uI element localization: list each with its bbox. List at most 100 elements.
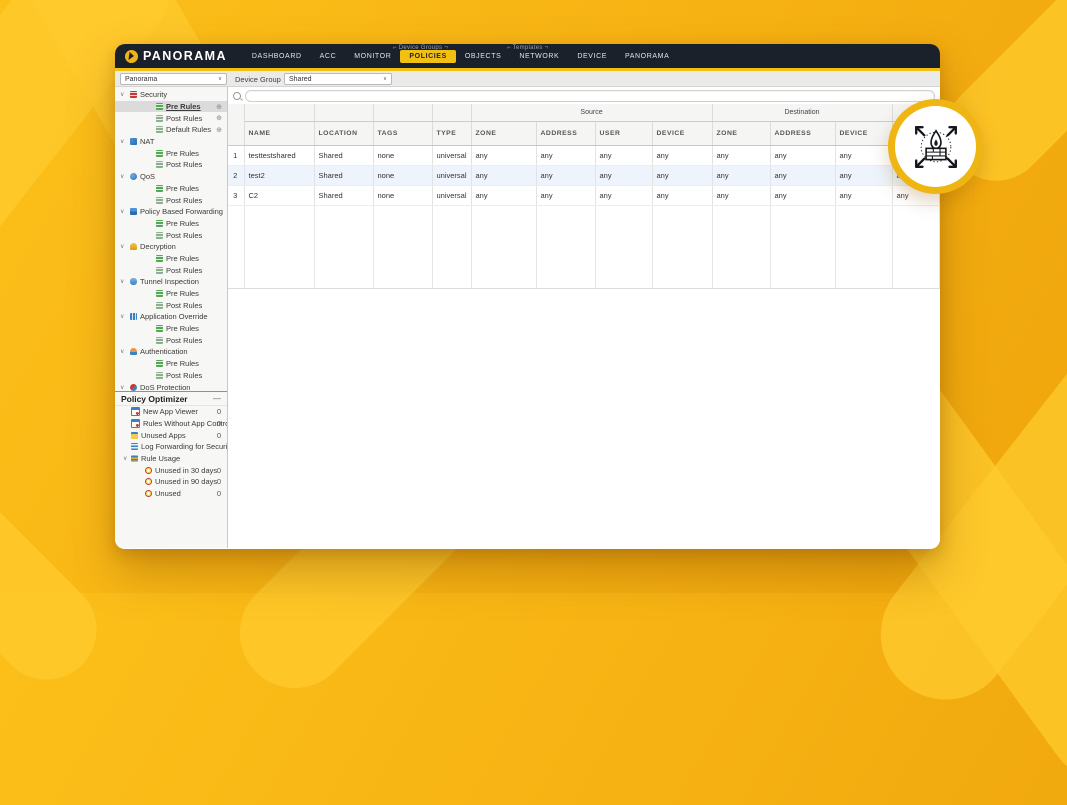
tree-item-decryption[interactable]: Decryption: [115, 241, 227, 253]
col-dst-device[interactable]: DEVICE: [835, 121, 893, 146]
optimizer-item-unused-in-30-days[interactable]: Unused in 30 days 0: [115, 464, 227, 476]
optimizer-item-unused-apps[interactable]: Unused Apps 0: [115, 429, 227, 441]
tab-network[interactable]: NETWORK: [510, 50, 568, 63]
col-location[interactable]: LOCATION: [314, 121, 374, 146]
col-tags[interactable]: TAGS: [373, 121, 433, 146]
tree-item-post-rules[interactable]: Post Rules: [115, 334, 227, 346]
tree-item-pre-rules[interactable]: Pre Rules: [115, 253, 227, 265]
tree-item-post-rules[interactable]: Post Rules: [115, 159, 227, 171]
tree-item-post-rules[interactable]: Post Rules: [115, 194, 227, 206]
source-group-header: Source: [471, 104, 713, 122]
panorama-window: PANORAMA DASHBOARD ACC MONITOR POLICIES OBJE…: [115, 44, 940, 549]
tree-item-security[interactable]: Security: [115, 89, 227, 101]
tags-link[interactable]: none: [373, 185, 433, 206]
plus-circle-icon[interactable]: [216, 126, 222, 134]
chevron-down-icon[interactable]: [120, 243, 130, 250]
plus-circle-icon[interactable]: [216, 114, 222, 122]
table-row[interactable]: 3 C2 Shared none universal any any any a…: [228, 185, 940, 206]
tree-icon: [156, 103, 163, 111]
optimizer-item-unused-in-90-days[interactable]: Unused in 90 days 0: [115, 476, 227, 488]
tab-acc[interactable]: ACC: [311, 50, 346, 63]
tree-item-pre-rules[interactable]: Pre Rules: [115, 218, 227, 230]
rule-name-link[interactable]: test2: [244, 165, 315, 186]
collapse-icon[interactable]: —: [213, 394, 221, 403]
tags-link[interactable]: none: [373, 165, 433, 186]
tree-item-pre-rules[interactable]: Pre Rules: [115, 358, 227, 370]
plus-circle-icon[interactable]: [216, 103, 222, 111]
tree-icon: [130, 138, 137, 146]
context-select[interactable]: Panorama ∨: [120, 73, 227, 85]
col-src-user[interactable]: USER: [595, 121, 653, 146]
tab-monitor[interactable]: MONITOR: [345, 50, 400, 63]
col-name[interactable]: NAME: [244, 121, 315, 146]
col-src-zone[interactable]: ZONE: [471, 121, 537, 146]
tree-icon: [156, 149, 163, 157]
tree-icon: [156, 231, 163, 239]
tree-item-authentication[interactable]: Authentication: [115, 346, 227, 358]
chevron-down-icon[interactable]: [120, 278, 130, 285]
tree-icon: [130, 243, 137, 251]
table-row[interactable]: 2 test2 Shared none universal any any an…: [228, 165, 940, 186]
tree-item-post-rules[interactable]: Post Rules: [115, 112, 227, 124]
chevron-down-icon[interactable]: [123, 455, 131, 462]
optimizer-item-unused[interactable]: Unused 0: [115, 488, 227, 500]
tab-dashboard[interactable]: DASHBOARD: [243, 50, 311, 63]
tree-item-policy-based-forwarding[interactable]: Policy Based Forwarding: [115, 206, 227, 218]
col-src-address[interactable]: ADDRESS: [536, 121, 596, 146]
chevron-down-icon[interactable]: [120, 313, 130, 320]
tree-item-pre-rules[interactable]: Pre Rules: [115, 147, 227, 159]
tab-panorama[interactable]: PANORAMA: [616, 50, 678, 63]
chevron-down-icon[interactable]: [120, 91, 130, 98]
tree-item-post-rules[interactable]: Post Rules: [115, 229, 227, 241]
tree-item-pre-rules[interactable]: Pre Rules: [115, 323, 227, 335]
tree-item-tunnel-inspection[interactable]: Tunnel Inspection: [115, 276, 227, 288]
policy-sidebar: Security Pre Rules Post Rules: [115, 87, 228, 548]
device-group-select[interactable]: Shared ∨: [284, 73, 392, 85]
chevron-down-icon[interactable]: [120, 208, 130, 215]
tab-policies[interactable]: POLICIES: [400, 49, 456, 63]
chevron-down-icon[interactable]: [120, 348, 130, 355]
tab-device[interactable]: DEVICE: [568, 50, 616, 63]
optimizer-item-log-forwarding-for-security-se[interactable]: Log Forwarding for Security Se: [115, 441, 227, 453]
pre-rules-table: Source Destination NAME LOCATION TAGS TY…: [228, 104, 940, 289]
table-empty-area: [228, 205, 940, 289]
optimizer-item-rule-usage[interactable]: Rule Usage: [115, 453, 227, 465]
chevron-down-icon[interactable]: [120, 173, 130, 180]
tree-item-dos-protection[interactable]: DoS Protection: [115, 381, 227, 391]
col-type[interactable]: TYPE: [432, 121, 472, 146]
tree-icon: [156, 114, 163, 122]
chevron-down-icon[interactable]: [120, 138, 130, 145]
tab-objects[interactable]: OBJECTS: [456, 50, 510, 63]
tree-icon: [156, 301, 163, 309]
tree-item-nat[interactable]: NAT: [115, 136, 227, 148]
optimizer-item-rules-without-app-controls[interactable]: Rules Without App Controls 0: [115, 418, 227, 430]
nav-tabs: DASHBOARD ACC MONITOR POLICIES OBJECTS NETWOR…: [243, 49, 678, 63]
tree-item-pre-rules[interactable]: Pre Rules: [115, 100, 227, 113]
tags-link[interactable]: none: [373, 145, 433, 166]
col-dst-zone[interactable]: ZONE: [712, 121, 771, 146]
tree-item-post-rules[interactable]: Post Rules: [115, 264, 227, 276]
tree-item-pre-rules[interactable]: Pre Rules: [115, 183, 227, 195]
search-icon: [233, 91, 241, 100]
chevron-down-icon: ∨: [217, 76, 222, 82]
tree-item-pre-rules[interactable]: Pre Rules: [115, 288, 227, 300]
rule-name-link[interactable]: C2: [244, 185, 315, 206]
col-dst-address[interactable]: ADDRESS: [770, 121, 836, 146]
col-src-device[interactable]: DEVICE: [652, 121, 713, 146]
tree-item-default-rules[interactable]: Default Rules: [115, 124, 227, 136]
tree-item-post-rules[interactable]: Post Rules: [115, 299, 227, 311]
table-row[interactable]: 1 testtestshared Shared none universal a…: [228, 145, 940, 166]
tree-item-application-override[interactable]: Application Override: [115, 311, 227, 323]
top-nav-bar: PANORAMA DASHBOARD ACC MONITOR POLICIES OBJE…: [115, 44, 940, 68]
rule-name-link[interactable]: testtestshared: [244, 145, 315, 166]
destination-group-header: Destination: [712, 104, 893, 122]
search-input[interactable]: [245, 89, 935, 102]
tree-icon: [130, 208, 137, 216]
optimizer-item-new-app-viewer[interactable]: New App Viewer 0: [115, 406, 227, 418]
tree-item-post-rules[interactable]: Post Rules: [115, 370, 227, 382]
tree-icon: [156, 336, 163, 344]
device-groups-bracket-label: ⌐ Device Groups ¬: [393, 45, 449, 51]
chevron-down-icon[interactable]: [120, 384, 130, 391]
tree-item-qos[interactable]: QoS: [115, 171, 227, 183]
templates-bracket-label: ⌐ Templates ¬: [507, 45, 549, 51]
